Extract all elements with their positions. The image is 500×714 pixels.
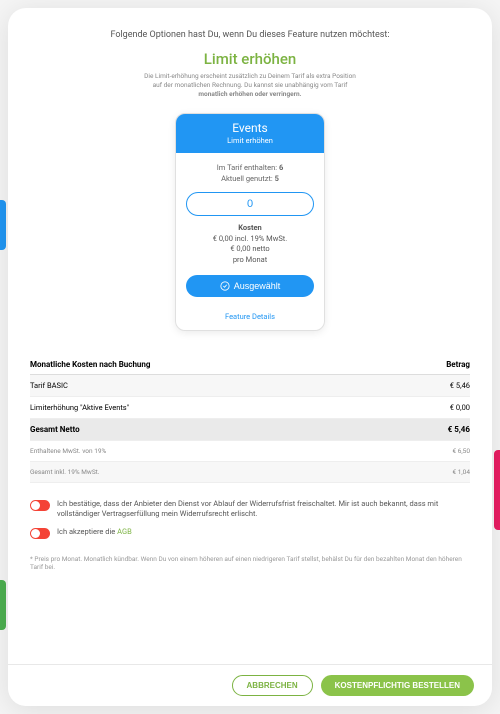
card-subtitle: Limit erhöhen — [176, 136, 324, 145]
confirm-agb-text: Ich akzeptiere die AGB — [57, 527, 132, 537]
footnote: * Preis pro Monat. Monatlich kündbar. We… — [30, 555, 470, 572]
limit-input[interactable] — [186, 192, 314, 216]
confirm-widerruf-toggle[interactable] — [30, 500, 50, 511]
modal: Folgende Optionen hast Du, wenn Du diese… — [8, 8, 492, 706]
table-tax-row: Enthaltene MwSt. von 19% € 6,50 — [30, 441, 470, 462]
confirm-agb-toggle[interactable] — [30, 528, 50, 539]
card-cost: Kosten € 0,00 incl. 19% MwSt. € 0,00 net… — [186, 223, 314, 265]
confirm-widerruf-text: Ich bestätige, dass der Anbieter den Die… — [57, 499, 470, 519]
intro-text: Folgende Optionen hast Du, wenn Du diese… — [30, 30, 470, 40]
card-title: Events — [176, 121, 324, 135]
subtitle: Die Limit-erhöhung erscheint zusätzlich … — [30, 72, 470, 99]
confirm-widerruf-row: Ich bestätige, dass der Anbieter den Die… — [30, 499, 470, 519]
card-header: Events Limit erhöhen — [176, 114, 324, 153]
modal-footer: ABBRECHEN KOSTENPFLICHTIG BESTELLEN — [8, 664, 492, 706]
table-gross-row: Gesamt inkl. 19% MwSt. € 1,04 — [30, 462, 470, 483]
cost-table-header: Monatliche Kosten nach Buchung Betrag — [30, 355, 470, 375]
agb-link[interactable]: AGB — [117, 527, 132, 536]
order-button[interactable]: KOSTENPFLICHTIG BESTELLEN — [321, 675, 474, 696]
feature-details-link[interactable]: Feature Details — [176, 305, 324, 330]
selected-button[interactable]: Ausgewählt — [186, 275, 314, 297]
cancel-button[interactable]: ABBRECHEN — [232, 675, 313, 696]
page-title: Limit erhöhen — [30, 50, 470, 68]
confirm-agb-row: Ich akzeptiere die AGB — [30, 527, 470, 539]
card-info: Im Tarif enthalten: 6 Aktuell genutzt: 5 — [186, 163, 314, 184]
table-row: Limiterhöhung "Aktive Events" € 0,00 — [30, 397, 470, 419]
table-row: Tarif BASIC € 5,46 — [30, 375, 470, 397]
check-circle-icon — [220, 281, 230, 291]
feature-card: Events Limit erhöhen Im Tarif enthalten:… — [175, 113, 325, 331]
table-total-row: Gesamt Netto € 5,46 — [30, 419, 470, 441]
